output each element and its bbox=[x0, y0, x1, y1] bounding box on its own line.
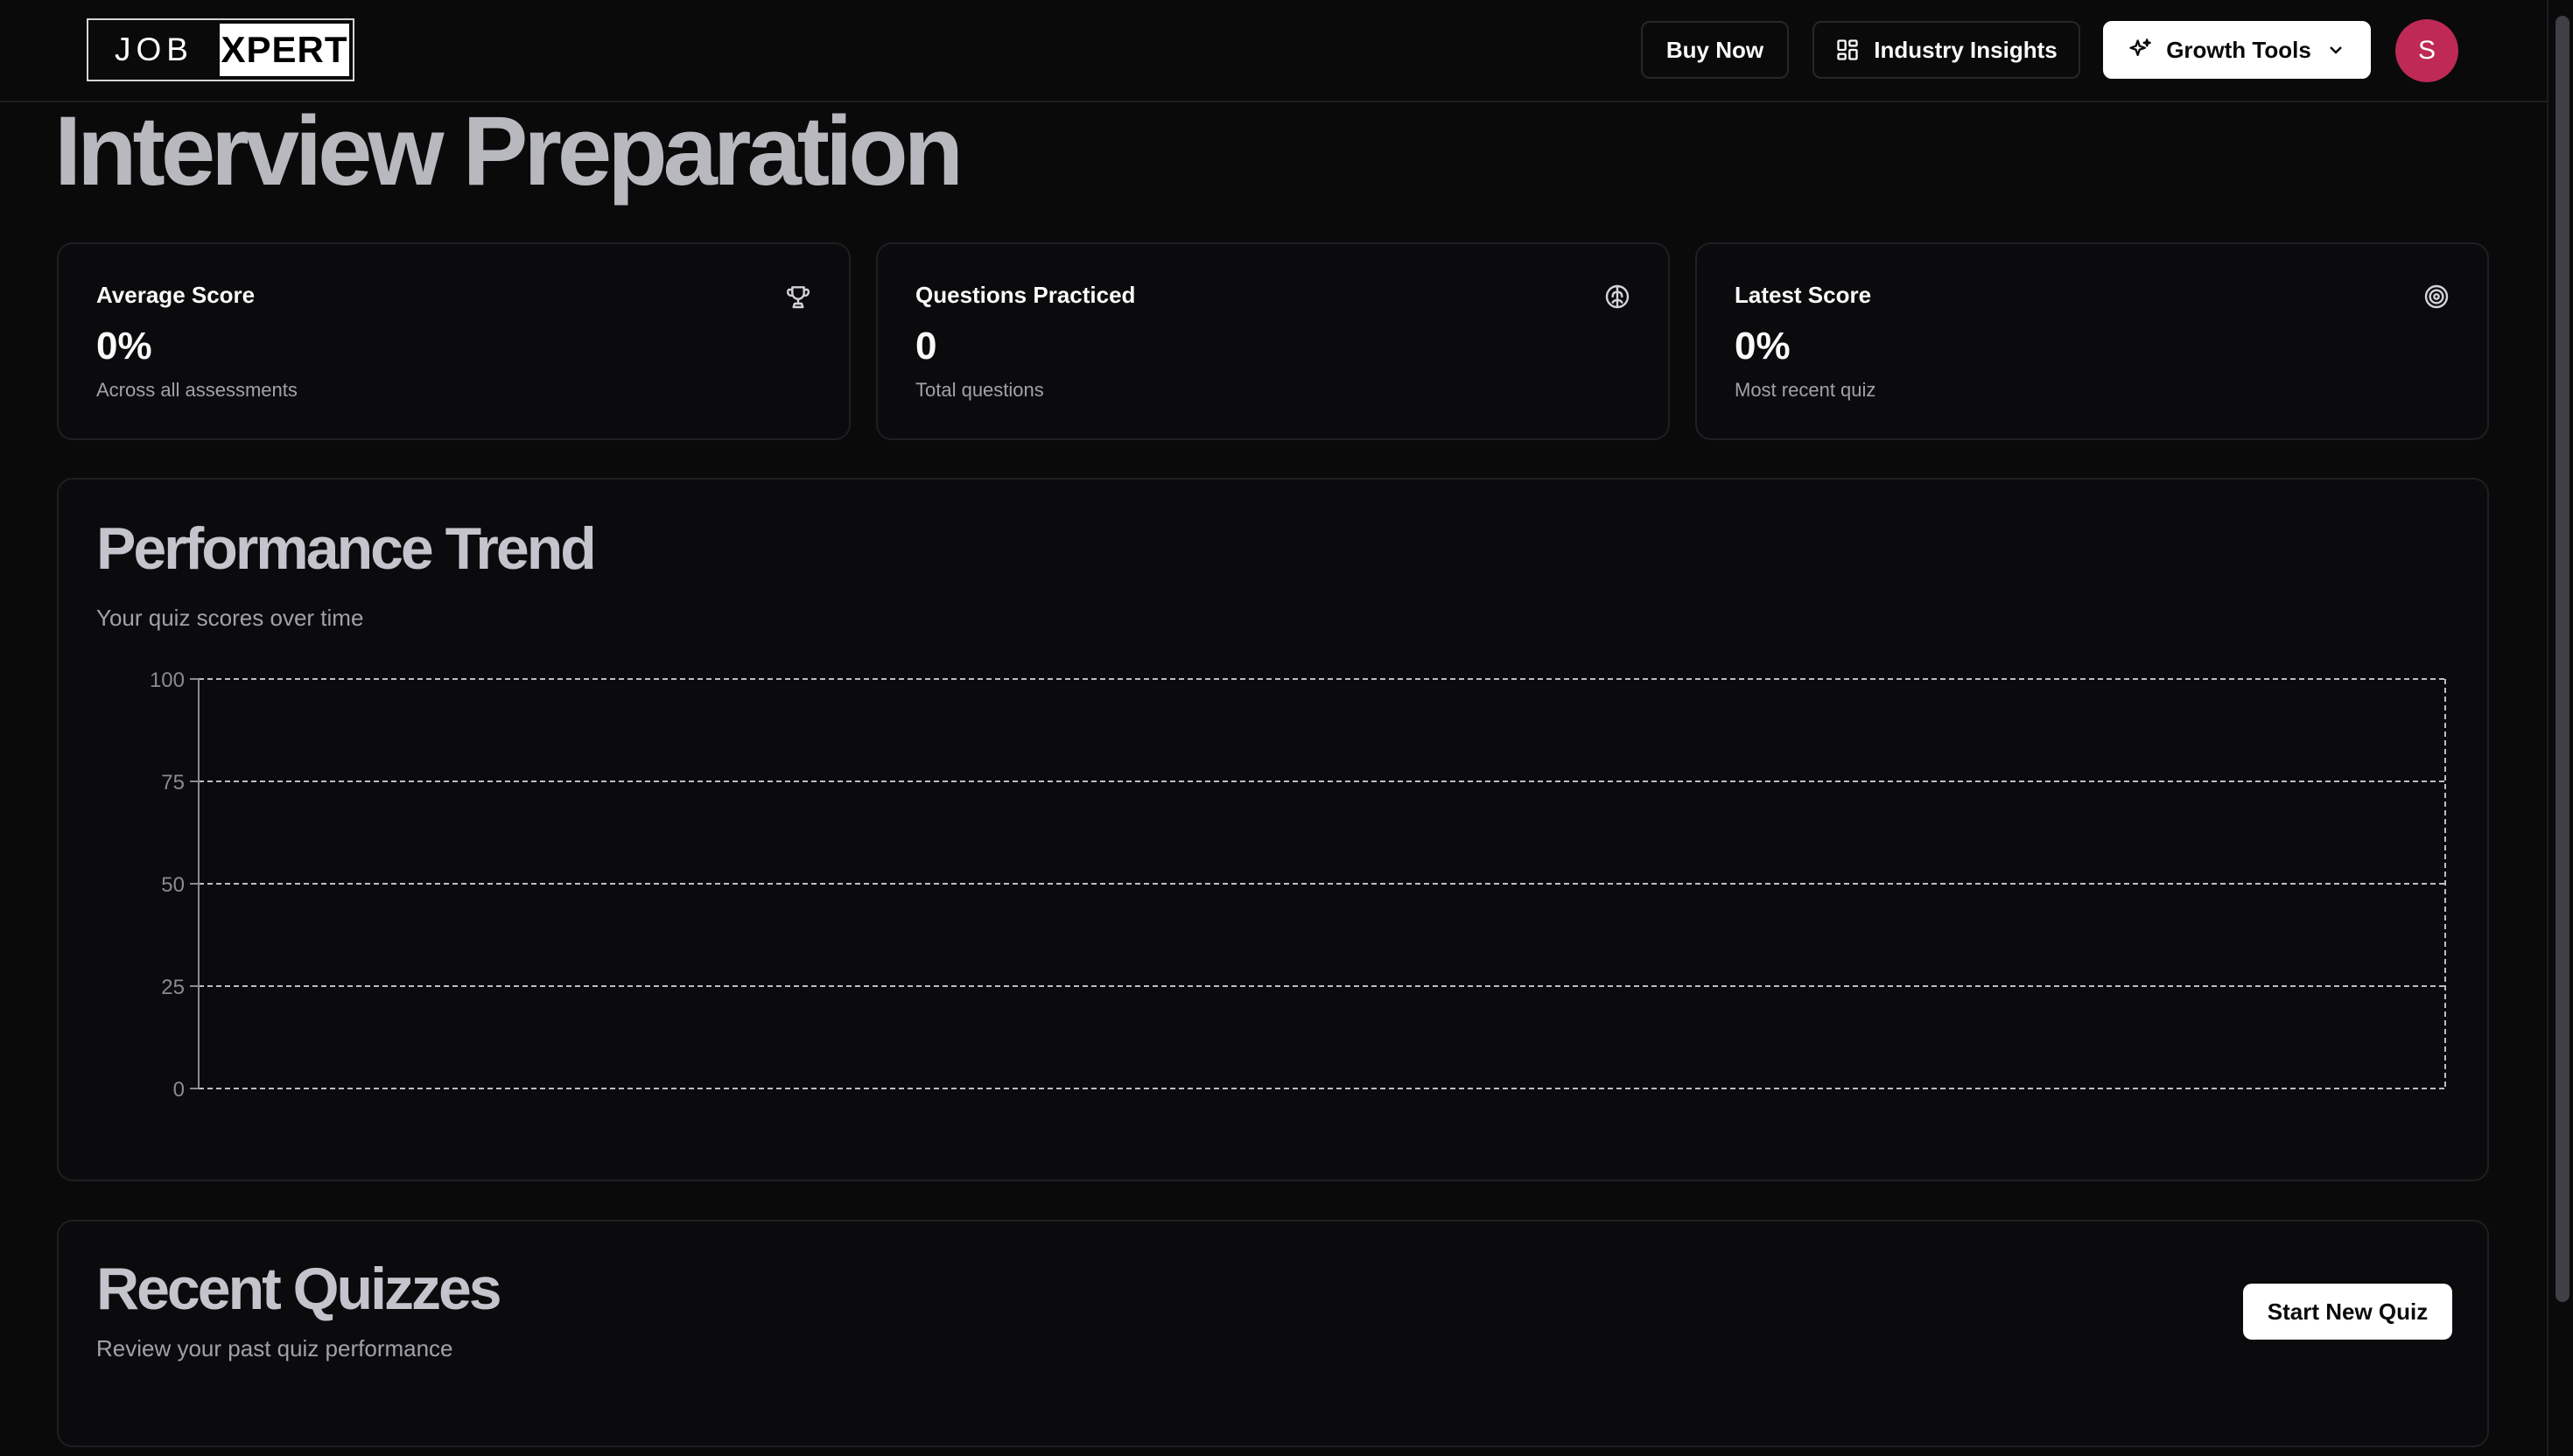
questions-practiced-card: Questions Practiced 0 Total questions bbox=[876, 242, 1670, 440]
logo-xpert-text: XPERT bbox=[220, 24, 349, 76]
jobxpert-logo[interactable]: JOB XPERT bbox=[87, 18, 354, 81]
industry-insights-label: Industry Insights bbox=[1874, 36, 2058, 63]
sparkles-icon bbox=[2129, 38, 2152, 56]
user-avatar[interactable]: S bbox=[2395, 19, 2458, 82]
y-tick-label: 50 bbox=[161, 873, 185, 897]
industry-insights-button[interactable]: Industry Insights bbox=[1812, 21, 2080, 79]
buy-now-label: Buy Now bbox=[1665, 36, 1764, 63]
average-score-value: 0% bbox=[96, 325, 152, 368]
y-tick-label: 100 bbox=[150, 668, 185, 692]
recent-quizzes-card: Recent Quizzes Review your past quiz per… bbox=[57, 1220, 2489, 1447]
top-navbar: JOB XPERT Buy Now Industry Insights Grow… bbox=[0, 0, 2547, 102]
scrollbar-thumb[interactable] bbox=[2555, 16, 2569, 1302]
questions-practiced-value: 0 bbox=[915, 325, 937, 368]
y-tick-label: 25 bbox=[161, 976, 185, 999]
logo-job-text: JOB bbox=[115, 32, 193, 67]
latest-score-label: Latest Score bbox=[1735, 282, 1872, 308]
brain-icon bbox=[1605, 284, 1630, 309]
avatar-initial: S bbox=[2417, 36, 2436, 65]
target-icon bbox=[2424, 284, 2449, 309]
buy-now-button[interactable]: Buy Now bbox=[1641, 21, 1789, 79]
latest-score-card: Latest Score 0% Most recent quiz bbox=[1695, 242, 2489, 440]
vertical-scrollbar[interactable] bbox=[2547, 0, 2573, 1456]
start-new-quiz-button[interactable]: Start New Quiz bbox=[2243, 1284, 2452, 1340]
growth-tools-label: Growth Tools bbox=[2166, 36, 2311, 63]
y-tick-label: 75 bbox=[161, 771, 185, 794]
trophy-icon bbox=[786, 286, 810, 309]
questions-practiced-subtitle: Total questions bbox=[915, 379, 1044, 401]
dashboard-grid-icon bbox=[1837, 39, 1858, 60]
recent-quizzes-subtitle: Review your past quiz performance bbox=[96, 1335, 453, 1362]
latest-score-value: 0% bbox=[1735, 325, 1791, 368]
growth-tools-dropdown[interactable]: Growth Tools bbox=[2103, 21, 2371, 79]
y-tick-label: 0 bbox=[173, 1078, 185, 1102]
average-score-card: Average Score 0% Across all assessments bbox=[57, 242, 851, 440]
recent-quizzes-title: Recent Quizzes bbox=[96, 1256, 502, 1322]
performance-trend-card: Performance Trend Your quiz scores over … bbox=[57, 478, 2489, 1181]
page-title: Interview Preparation bbox=[54, 96, 964, 206]
chevron-down-icon bbox=[2329, 46, 2342, 54]
average-score-label: Average Score bbox=[96, 282, 256, 308]
average-score-subtitle: Across all assessments bbox=[96, 379, 298, 401]
performance-line-chart: 100 75 50 25 0 bbox=[150, 668, 2446, 1102]
latest-score-subtitle: Most recent quiz bbox=[1735, 379, 1876, 401]
questions-practiced-label: Questions Practiced bbox=[915, 282, 1136, 308]
